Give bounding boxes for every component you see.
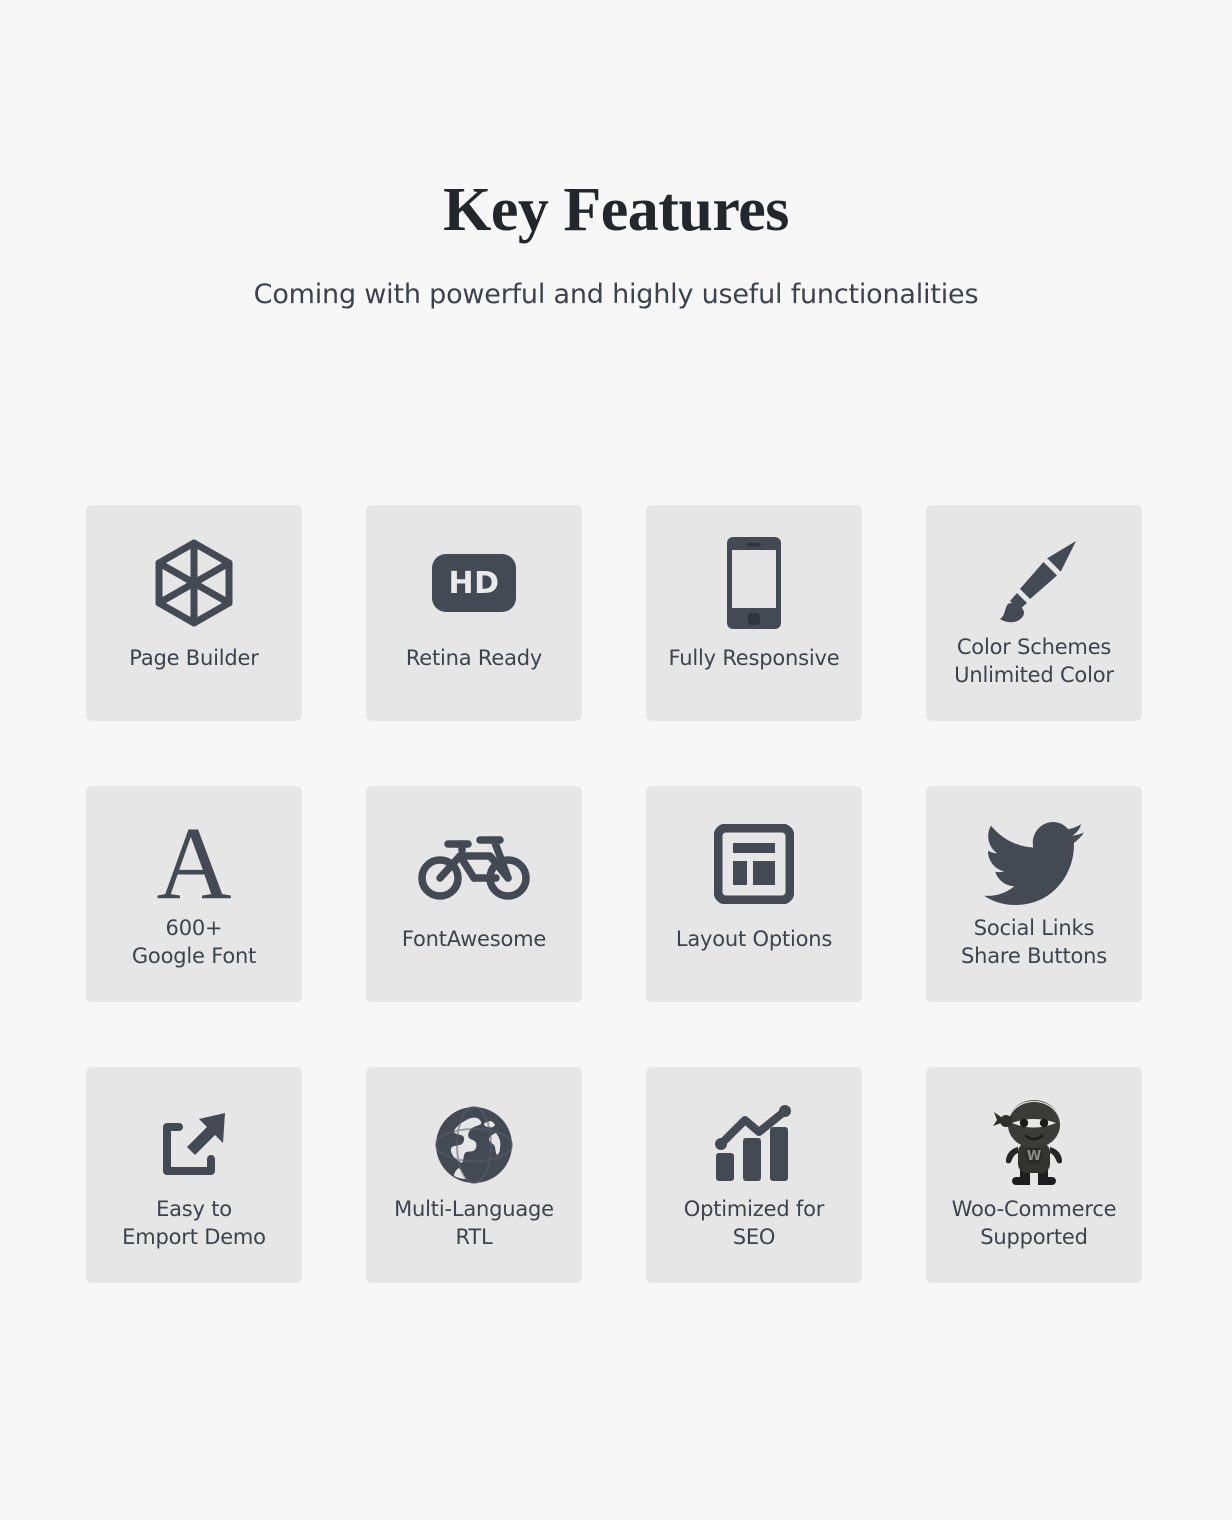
feature-card-fontawesome[interactable]: FontAwesome [366, 786, 582, 1002]
feature-label: Woo-Commerce Supported [951, 1197, 1117, 1249]
feature-card-layout-options[interactable]: Layout Options [646, 786, 862, 1002]
feature-label: Retina Ready [405, 646, 543, 670]
feature-card-multi-language[interactable]: Multi-Language RTL [366, 1067, 582, 1283]
hd-badge-label: HD [432, 554, 516, 612]
feature-card-fully-responsive[interactable]: Fully Responsive [646, 505, 862, 721]
globe-icon [434, 1085, 514, 1205]
mobile-phone-icon [727, 523, 781, 643]
twitter-bird-icon [984, 804, 1084, 924]
letter-a-serif-icon: A [156, 804, 231, 924]
feature-label: Layout Options [675, 927, 833, 951]
feature-label: Fully Responsive [668, 646, 840, 670]
svg-text:W: W [1027, 1149, 1041, 1164]
layout-grid-icon [714, 804, 794, 924]
feature-label: FontAwesome [401, 927, 547, 951]
import-arrow-icon [155, 1085, 233, 1205]
feature-card-seo[interactable]: Optimized for SEO [646, 1067, 862, 1283]
bicycle-icon [418, 804, 530, 924]
feature-card-google-font[interactable]: A 600+ Google Font [86, 786, 302, 1002]
key-features-page: Key Features Coming with powerful and hi… [0, 0, 1232, 1520]
feature-card-import-demo[interactable]: Easy to Emport Demo [86, 1067, 302, 1283]
page-subtitle: Coming with powerful and highly useful f… [253, 279, 979, 311]
paint-brush-icon [988, 523, 1080, 643]
feature-card-retina-ready[interactable]: HD Retina Ready [366, 505, 582, 721]
feature-label: Color Schemes Unlimited Color [954, 635, 1114, 687]
feature-card-social-links[interactable]: Social Links Share Buttons [926, 786, 1142, 1002]
woocommerce-ninja-icon: W [992, 1085, 1076, 1205]
page-title: Key Features [443, 176, 789, 244]
cube-outline-icon [154, 523, 234, 643]
bar-chart-growth-icon [712, 1085, 796, 1205]
feature-card-page-builder[interactable]: Page Builder [86, 505, 302, 721]
features-grid: Page Builder HD Retina Ready Fully Respo… [86, 505, 1144, 1283]
feature-card-woocommerce[interactable]: W Woo-Commerce Supported [926, 1067, 1142, 1283]
letter-a-glyph: A [156, 806, 232, 921]
feature-label: Social Links Share Buttons [961, 916, 1107, 968]
feature-card-color-schemes[interactable]: Color Schemes Unlimited Color [926, 505, 1142, 721]
feature-label: Multi-Language RTL [394, 1197, 554, 1249]
feature-label: Easy to Emport Demo [122, 1197, 266, 1249]
feature-label: 600+ Google Font [131, 916, 257, 968]
hd-badge-icon: HD [432, 523, 516, 643]
feature-label: Page Builder [129, 646, 259, 670]
feature-label: Optimized for SEO [683, 1197, 825, 1249]
section-header: Key Features Coming with powerful and hi… [0, 0, 1232, 311]
